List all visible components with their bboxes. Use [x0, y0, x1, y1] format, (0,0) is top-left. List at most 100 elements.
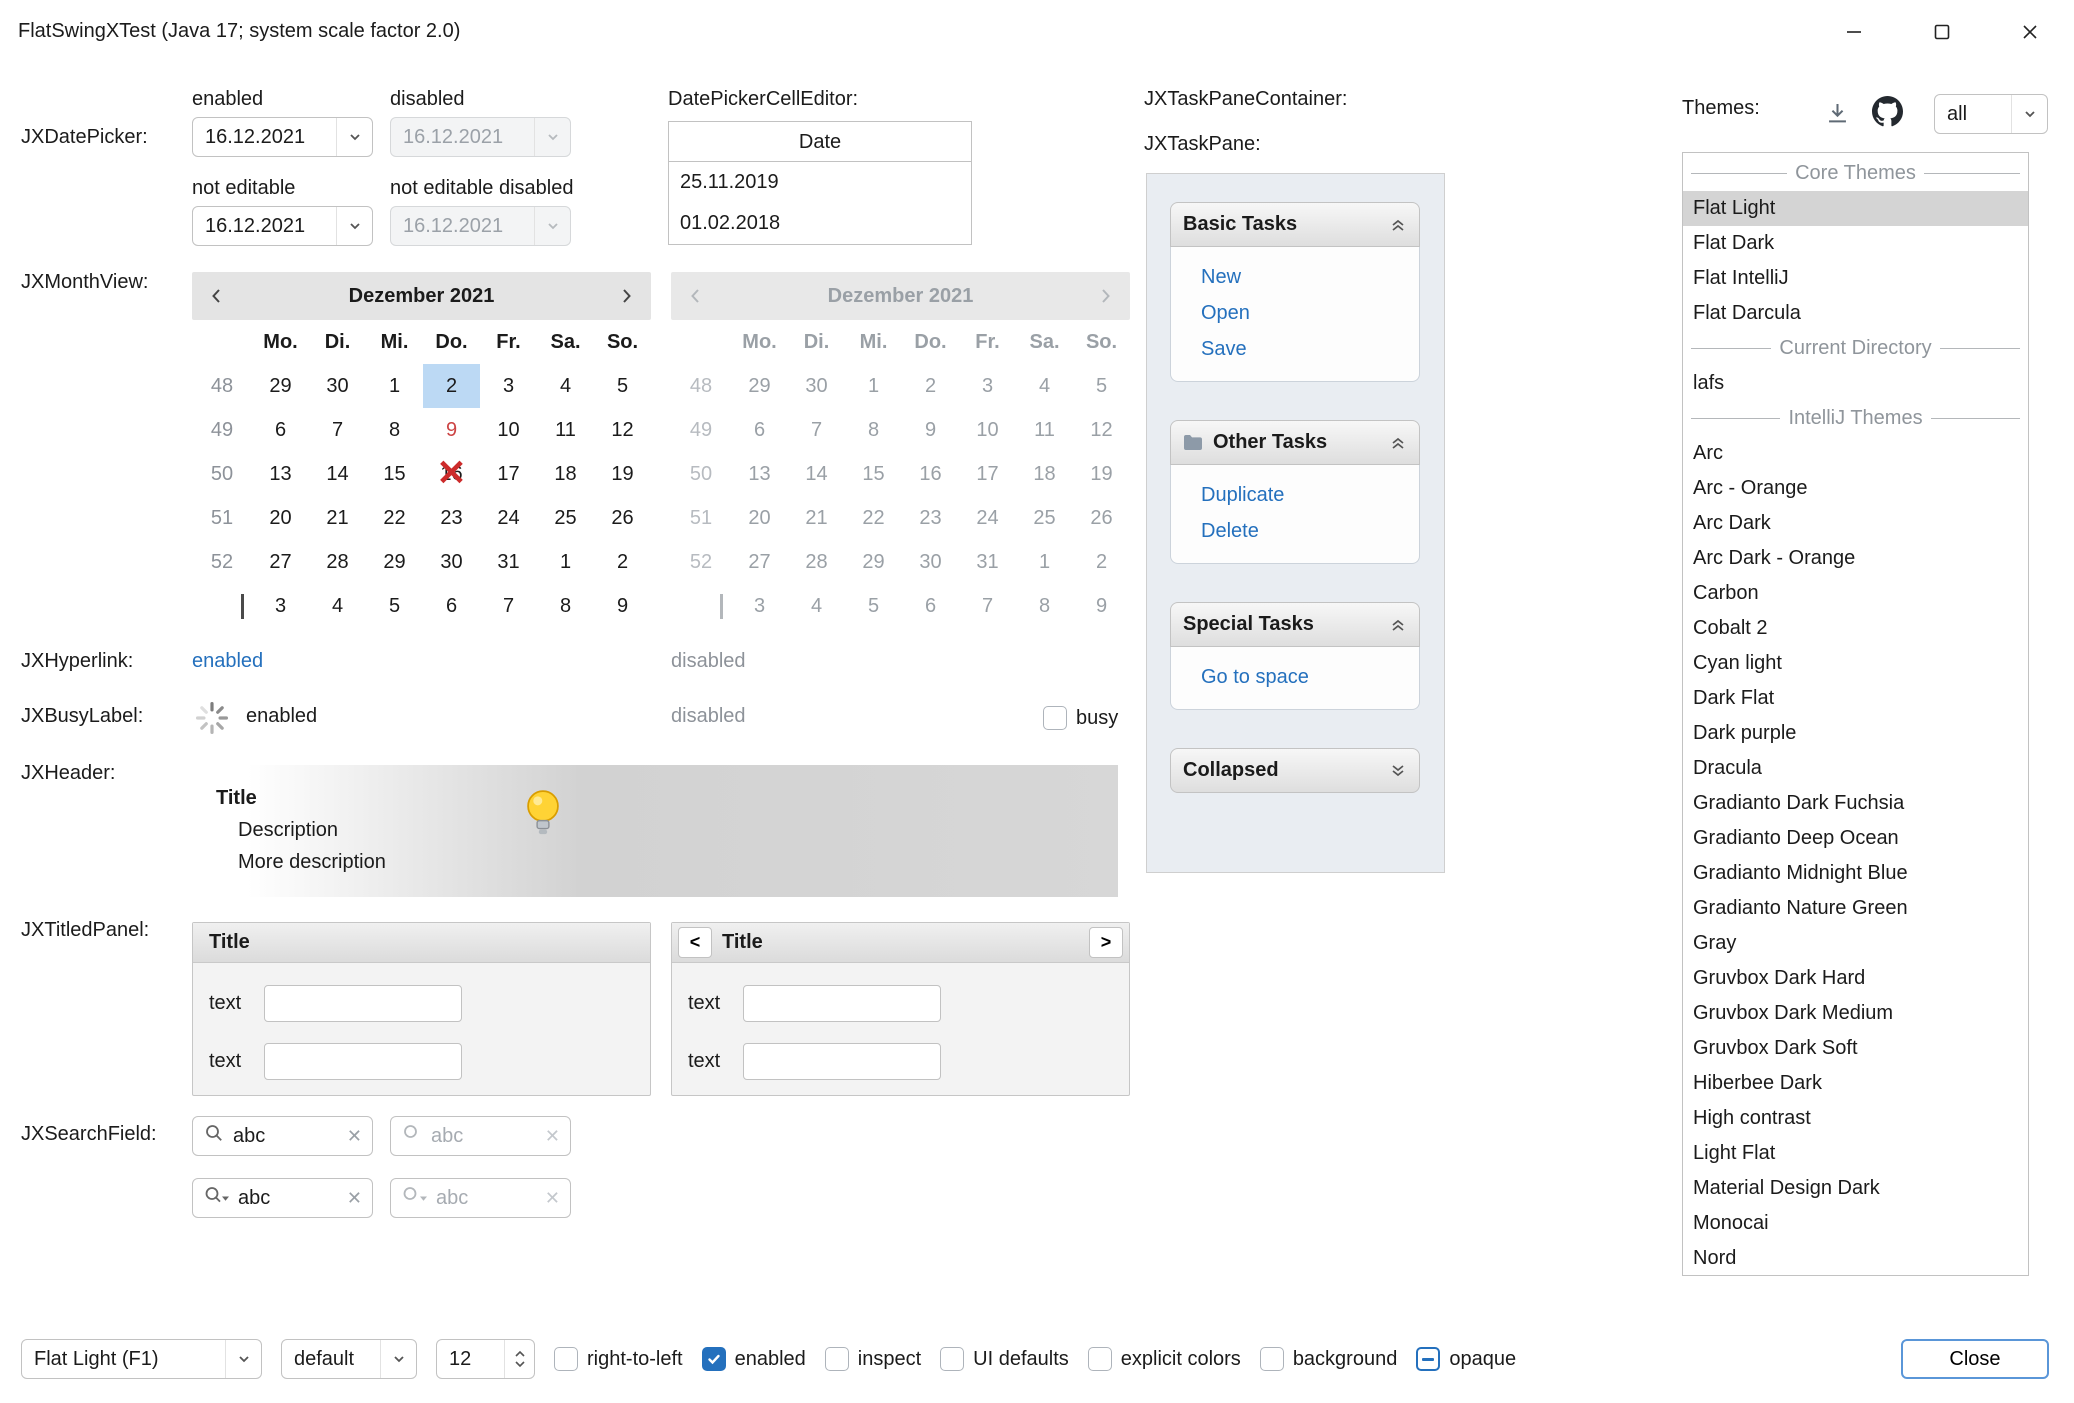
task-link[interactable]: Duplicate	[1201, 477, 1419, 513]
taskpane-header[interactable]: Basic Tasks	[1170, 202, 1420, 247]
font-size-spinner[interactable]: 12	[436, 1339, 535, 1379]
panel-left-button[interactable]: <	[678, 927, 712, 958]
download-icon[interactable]	[1824, 100, 1851, 127]
theme-list-item[interactable]: Flat IntelliJ	[1683, 261, 2028, 296]
checkbox-right-to-left[interactable]: right-to-left	[554, 1347, 683, 1371]
calendar-day-cell[interactable]: 20	[252, 496, 309, 540]
theme-list-item[interactable]: Dark Flat	[1683, 681, 2028, 716]
calendar-day-cell[interactable]: 9	[594, 584, 651, 628]
laf-combo[interactable]: Flat Light (F1)	[21, 1339, 262, 1379]
calendar-day-cell[interactable]: 30	[423, 540, 480, 584]
calendar-day-cell[interactable]: 11	[537, 408, 594, 452]
calendar-day-cell[interactable]: 7	[309, 408, 366, 452]
theme-list-item[interactable]: Hiberbee Dark	[1683, 1066, 2028, 1101]
taskpane-header[interactable]: Collapsed	[1170, 748, 1420, 793]
theme-list-item[interactable]: Monocai	[1683, 1206, 2028, 1241]
checkbox-opaque[interactable]: opaque	[1416, 1347, 1516, 1371]
theme-list-item[interactable]: Light Flat	[1683, 1136, 2028, 1171]
taskpane-header[interactable]: Other Tasks	[1170, 420, 1420, 465]
calendar-day-cell[interactable]: 30	[309, 364, 366, 408]
theme-list-item[interactable]: Flat Dark	[1683, 226, 2028, 261]
theme-list-item[interactable]: Gruvbox Dark Hard	[1683, 961, 2028, 996]
calendar-day-cell[interactable]: 10	[480, 408, 537, 452]
calendar-day-cell[interactable]: 2	[423, 364, 480, 408]
task-link[interactable]: Delete	[1201, 513, 1419, 549]
calendar-day-cell[interactable]: 4	[537, 364, 594, 408]
text-input[interactable]	[264, 985, 462, 1022]
checkbox-busy[interactable]: busy	[1043, 706, 1118, 730]
table-header-date[interactable]: Date	[669, 122, 971, 162]
font-combo[interactable]: default	[281, 1339, 417, 1379]
theme-list-item[interactable]: Dracula	[1683, 751, 2028, 786]
theme-list-item[interactable]: Arc	[1683, 436, 2028, 471]
theme-list-item[interactable]: Gradianto Midnight Blue	[1683, 856, 2028, 891]
datepicker-enabled[interactable]: 16.12.2021	[192, 117, 373, 157]
close-window-button[interactable]	[1986, 0, 2074, 63]
text-input[interactable]	[743, 1043, 941, 1080]
minimize-button[interactable]	[1810, 0, 1898, 63]
panel-right-button[interactable]: >	[1089, 927, 1123, 958]
calendar-day-cell[interactable]: 26	[594, 496, 651, 540]
calendar-day-cell[interactable]: 28	[309, 540, 366, 584]
theme-filter-combo[interactable]: all	[1934, 94, 2048, 134]
clear-icon[interactable]: ✕	[347, 1126, 362, 1147]
theme-list-item[interactable]: Arc Dark - Orange	[1683, 541, 2028, 576]
calendar-day-cell[interactable]: 17	[480, 452, 537, 496]
datepicker-not-editable[interactable]: 16.12.2021	[192, 206, 373, 246]
calendar-day-cell[interactable]: 12	[594, 408, 651, 452]
github-icon[interactable]	[1872, 96, 1903, 127]
calendar-day-cell[interactable]: 22	[366, 496, 423, 540]
table-row[interactable]: 25.11.2019	[669, 162, 971, 203]
theme-list-item[interactable]: Gruvbox Dark Soft	[1683, 1031, 2028, 1066]
calendar-day-cell[interactable]: 7	[480, 584, 537, 628]
checkbox-inspect[interactable]: inspect	[825, 1347, 921, 1371]
task-link[interactable]: Save	[1201, 331, 1419, 367]
calendar-day-cell[interactable]: 5	[366, 584, 423, 628]
table-row[interactable]: 01.02.2018	[669, 203, 971, 244]
calendar-day-cell[interactable]: 31	[480, 540, 537, 584]
search-field-with-menu[interactable]: abc ✕	[192, 1178, 373, 1218]
calendar-day-cell[interactable]: 19	[594, 452, 651, 496]
calendar-day-cell[interactable]: 23	[423, 496, 480, 540]
task-link[interactable]: Open	[1201, 295, 1419, 331]
calendar-day-cell[interactable]: 8	[366, 408, 423, 452]
theme-list-item[interactable]: Carbon	[1683, 576, 2028, 611]
close-button[interactable]: Close	[1901, 1339, 2049, 1379]
hyperlink-enabled[interactable]: enabled	[192, 650, 263, 673]
checkbox-ui-defaults[interactable]: UI defaults	[940, 1347, 1069, 1371]
task-link[interactable]: New	[1201, 259, 1419, 295]
calendar-day-cell[interactable]: 5	[594, 364, 651, 408]
calendar-day-cell[interactable]: 3	[480, 364, 537, 408]
calendar-day-cell[interactable]: 9	[423, 408, 480, 452]
calendar-day-cell[interactable]: 6	[252, 408, 309, 452]
theme-list-item[interactable]: Nord	[1683, 1241, 2028, 1276]
previous-month-button[interactable]	[192, 287, 242, 305]
calendar-day-cell[interactable]: 8	[537, 584, 594, 628]
theme-list-item[interactable]: Gradianto Dark Fuchsia	[1683, 786, 2028, 821]
task-link[interactable]: Go to space	[1201, 659, 1419, 695]
search-field-enabled[interactable]: abc ✕	[192, 1116, 373, 1156]
calendar-day-cell[interactable]: 21	[309, 496, 366, 540]
theme-list-item[interactable]: lafs	[1683, 366, 2028, 401]
calendar-day-cell[interactable]: 15	[366, 452, 423, 496]
theme-list-item[interactable]: Flat Darcula	[1683, 296, 2028, 331]
theme-list-item[interactable]: Gray	[1683, 926, 2028, 961]
checkbox-explicit-colors[interactable]: explicit colors	[1088, 1347, 1241, 1371]
calendar-day-cell[interactable]: 25	[537, 496, 594, 540]
text-input[interactable]	[264, 1043, 462, 1080]
calendar-day-cell[interactable]: 27	[252, 540, 309, 584]
maximize-button[interactable]	[1898, 0, 1986, 63]
calendar-day-cell[interactable]: 13	[252, 452, 309, 496]
theme-list-item[interactable]: Gradianto Deep Ocean	[1683, 821, 2028, 856]
calendar-day-cell[interactable]: 1	[537, 540, 594, 584]
theme-list-item[interactable]: Dark purple	[1683, 716, 2028, 751]
theme-list-item[interactable]: High contrast	[1683, 1101, 2028, 1136]
spinner-arrows[interactable]	[504, 1340, 534, 1378]
theme-list-item[interactable]: Arc - Orange	[1683, 471, 2028, 506]
calendar-day-cell[interactable]: 6	[423, 584, 480, 628]
calendar-day-cell[interactable]: 1	[366, 364, 423, 408]
calendar-day-cell[interactable]: 3	[252, 584, 309, 628]
theme-list-item[interactable]: Gradianto Nature Green	[1683, 891, 2028, 926]
calendar-day-cell[interactable]: 24	[480, 496, 537, 540]
checkbox-enabled[interactable]: enabled	[702, 1347, 806, 1371]
